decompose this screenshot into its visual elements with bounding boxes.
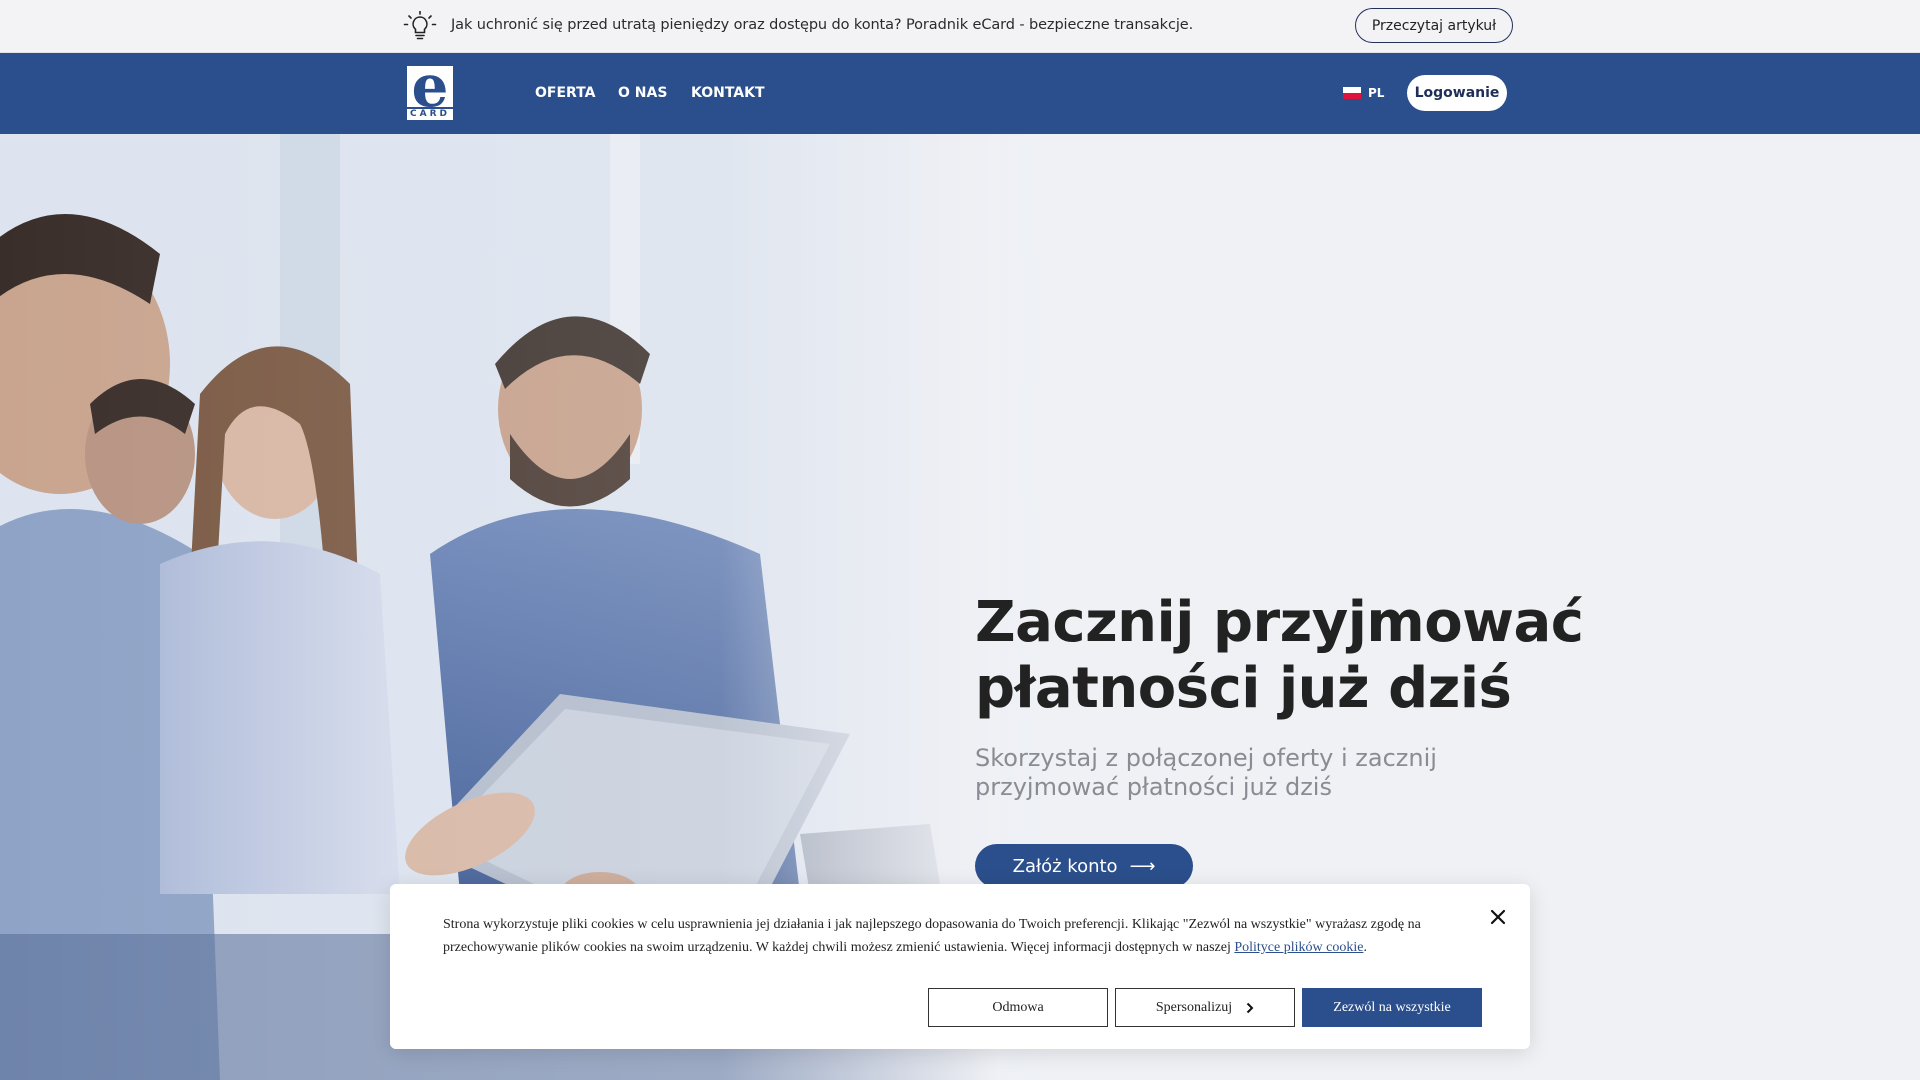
signup-button-label: Załóż konto: [1012, 855, 1118, 877]
nav-item-o-nas[interactable]: O NAS: [618, 85, 667, 101]
ecard-logo[interactable]: e CARD: [405, 57, 455, 122]
cookie-message-suffix: .: [1363, 940, 1367, 955]
nav-item-oferta[interactable]: OFERTA: [535, 85, 595, 101]
main-navigation: e CARD OFERTA O NAS KONTAKT PL Logowanie: [0, 53, 1920, 134]
hero-title: Zacznij przyjmować płatności już dziś: [975, 590, 1584, 721]
signup-button[interactable]: Załóż konto ⟶: [975, 844, 1193, 888]
chevron-right-icon: [1246, 1002, 1254, 1013]
nav-item-kontakt[interactable]: KONTAKT: [691, 85, 765, 101]
cookie-banner: Strona wykorzystuje pliki cookies w celu…: [390, 884, 1530, 1049]
notice-bar: Jak uchronić się przed utratą pieniędzy …: [0, 0, 1920, 53]
language-code: PL: [1368, 86, 1385, 100]
login-button[interactable]: Logowanie: [1407, 75, 1507, 111]
cookie-policy-link[interactable]: Polityce plików cookie: [1234, 940, 1363, 955]
cookie-message: Strona wykorzystuje pliki cookies w celu…: [443, 913, 1443, 959]
language-selector[interactable]: PL: [1343, 86, 1384, 100]
logo-word: CARD: [407, 107, 453, 120]
customize-cookies-button[interactable]: Spersonalizuj: [1115, 988, 1295, 1027]
close-icon[interactable]: [1488, 907, 1508, 927]
read-article-button[interactable]: Przeczytaj artykuł: [1355, 8, 1513, 43]
allow-all-cookies-button[interactable]: Zezwól na wszystkie: [1302, 988, 1482, 1027]
lightbulb-icon: [403, 11, 437, 40]
poland-flag-icon: [1343, 87, 1361, 99]
deny-cookies-button[interactable]: Odmowa: [928, 988, 1108, 1027]
customize-label: Spersonalizuj: [1155, 999, 1233, 1015]
hero-subtitle: Skorzystaj z połączonej oferty i zacznij…: [975, 744, 1437, 801]
notice-text: Jak uchronić się przed utratą pieniędzy …: [451, 17, 1194, 33]
arrow-right-icon: ⟶: [1129, 855, 1156, 877]
